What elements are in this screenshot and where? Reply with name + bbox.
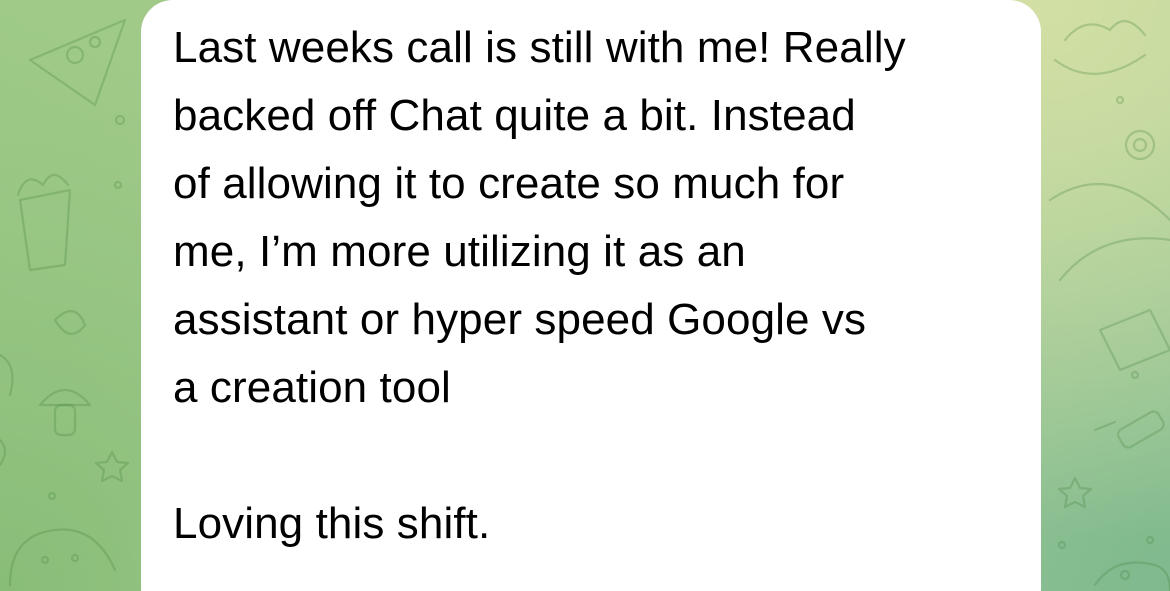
mushroom-icon — [38, 389, 92, 437]
star-icon — [1057, 476, 1093, 509]
message-bubble[interactable]: Last weeks call is still with me! Really… — [141, 0, 1041, 591]
chat-screen: Last weeks call is still with me! Really… — [0, 0, 1170, 591]
kite-icon — [1098, 308, 1170, 372]
message-text: Last weeks call is still with me! Really… — [173, 23, 906, 548]
popcorn-icon — [16, 173, 72, 272]
ball-icon — [1048, 182, 1170, 282]
turtle-icon — [1093, 561, 1170, 591]
cloud-face-icon — [8, 528, 117, 587]
pizza-slice-icon — [28, 18, 127, 107]
telescope-icon — [1093, 410, 1165, 449]
noodle-bowl-icon — [1053, 20, 1147, 75]
leaf-icon — [53, 310, 87, 335]
swirl-icon — [1124, 129, 1156, 161]
star-icon — [94, 450, 130, 483]
